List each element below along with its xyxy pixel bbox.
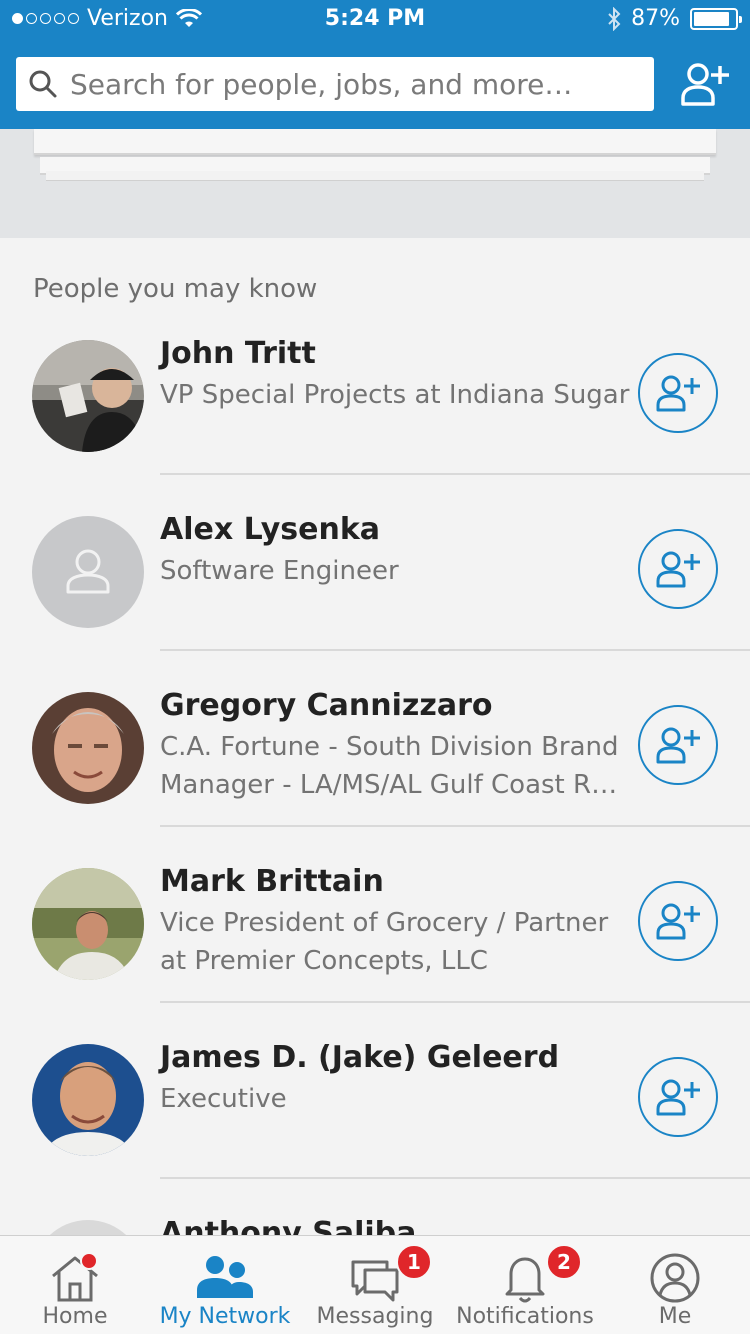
person-headline: Software Engineer: [160, 556, 399, 586]
tab-label: My Network: [159, 1304, 291, 1329]
person-headline: C.A. Fortune - South Division Brand Mana…: [160, 732, 619, 800]
tab-my-network[interactable]: My Network: [150, 1236, 300, 1334]
person-row[interactable]: Anthony Saliba: [0, 1178, 750, 1235]
avatar-placeholder[interactable]: [32, 516, 144, 628]
tab-label: Me: [658, 1304, 692, 1329]
messaging-badge: 1: [396, 1244, 432, 1280]
tab-label: Messaging: [316, 1304, 434, 1329]
add-person-icon: [656, 727, 700, 764]
invitations-card-stack[interactable]: [0, 129, 750, 238]
person-name[interactable]: Anthony Saliba: [160, 1216, 416, 1235]
person-row[interactable]: James D. (Jake) Geleerd Executive: [0, 1002, 750, 1179]
add-person-icon: [656, 903, 700, 940]
person-headline: VP Special Projects at Indiana Sugars: [160, 380, 630, 410]
add-person-icon: [656, 551, 700, 588]
avatar[interactable]: [32, 692, 144, 804]
card-edge: [34, 129, 716, 155]
home-notification-dot: [80, 1252, 98, 1270]
notifications-badge: 2: [546, 1244, 582, 1280]
person-name[interactable]: Alex Lysenka: [160, 512, 380, 547]
search-input[interactable]: [70, 67, 630, 101]
app-header: Verizon 5:24 PM 87%: [0, 0, 750, 129]
default-person-icon: [66, 549, 110, 594]
avatar[interactable]: [32, 340, 144, 452]
connect-button[interactable]: [638, 881, 718, 961]
card-edge: [46, 171, 704, 181]
add-contacts-icon[interactable]: [680, 60, 730, 108]
avatar[interactable]: [32, 1044, 144, 1156]
add-person-icon: [656, 375, 700, 412]
tab-notifications[interactable]: 2 Notifications: [450, 1236, 600, 1334]
people-you-may-know-section: People you may know John Tritt VP Specia…: [0, 238, 750, 1235]
search-icon: [29, 70, 57, 98]
person-headline: Vice President of Grocery / Partner at P…: [160, 908, 609, 976]
search-bar[interactable]: [16, 57, 654, 111]
battery-percent: 87%: [631, 6, 680, 31]
avatar[interactable]: [32, 868, 144, 980]
network-icon: [197, 1256, 253, 1298]
tab-home[interactable]: Home: [0, 1236, 150, 1334]
battery-status: 87%: [607, 6, 742, 31]
tab-me[interactable]: Me: [600, 1236, 750, 1334]
connect-button[interactable]: [638, 1057, 718, 1137]
tab-label: Home: [42, 1304, 108, 1329]
status-bar: Verizon 5:24 PM 87%: [0, 0, 750, 40]
bottom-tab-bar: Home My Network 1 Messaging 2 Notificati…: [0, 1235, 750, 1334]
tab-messaging[interactable]: 1 Messaging: [300, 1236, 450, 1334]
person-row[interactable]: Mark Brittain Vice President of Grocery …: [0, 826, 750, 1003]
avatar[interactable]: [32, 1220, 144, 1235]
bluetooth-icon: [608, 6, 621, 31]
profile-icon: [650, 1253, 700, 1303]
connect-button[interactable]: [638, 529, 718, 609]
person-row[interactable]: Gregory Cannizzaro C.A. Fortune - South …: [0, 650, 750, 827]
person-name[interactable]: Mark Brittain: [160, 864, 384, 899]
tab-label: Notifications: [456, 1304, 594, 1329]
person-name[interactable]: James D. (Jake) Geleerd: [160, 1040, 559, 1075]
person-name[interactable]: Gregory Cannizzaro: [160, 688, 492, 723]
person-row[interactable]: Alex Lysenka Software Engineer: [0, 474, 750, 651]
person-row[interactable]: John Tritt VP Special Projects at Indian…: [0, 298, 750, 475]
person-headline: Executive: [160, 1084, 287, 1114]
connect-button[interactable]: [638, 705, 718, 785]
person-name[interactable]: John Tritt: [160, 336, 316, 371]
add-person-icon: [656, 1079, 700, 1116]
connect-button[interactable]: [638, 353, 718, 433]
battery-icon: [690, 7, 742, 30]
